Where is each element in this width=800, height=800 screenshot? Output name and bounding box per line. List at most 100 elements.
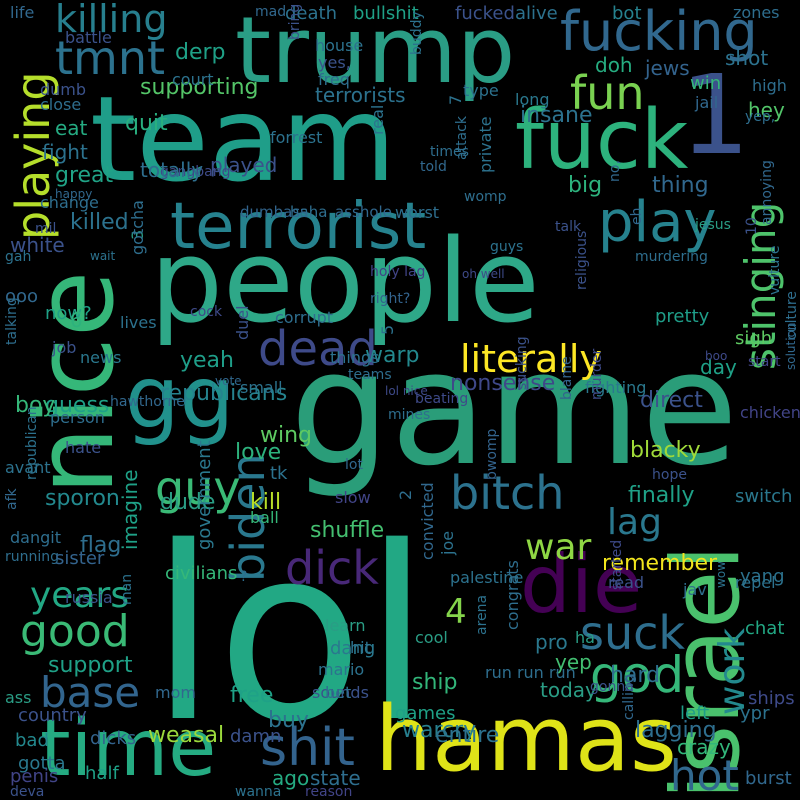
word: high — [752, 76, 787, 95]
word: left — [680, 703, 710, 724]
word: boo — [705, 349, 728, 363]
word: war — [525, 527, 592, 568]
word: work — [712, 627, 753, 715]
word: chat — [745, 618, 785, 639]
word: palestine — [450, 568, 524, 587]
word: real — [368, 104, 387, 135]
word: win — [690, 73, 722, 94]
word: direct — [640, 388, 703, 413]
word: vulture — [767, 245, 783, 295]
word: wow — [714, 561, 728, 588]
word: quit — [125, 111, 168, 136]
word: damn — [230, 726, 282, 747]
word: jail — [695, 93, 719, 112]
word: yep, — [745, 109, 776, 125]
word: cock — [190, 304, 223, 320]
word: chicken — [740, 403, 800, 422]
word: started — [609, 539, 625, 590]
word: ship — [412, 670, 458, 695]
word: blame — [559, 356, 575, 400]
word: suck — [580, 606, 686, 660]
word: doh — [595, 53, 633, 77]
word: news — [80, 348, 122, 367]
word: wing — [260, 423, 313, 448]
word: bet — [325, 683, 352, 702]
word: entire — [435, 723, 500, 748]
word: vote — [215, 374, 242, 388]
word: ha — [575, 628, 595, 647]
word: lives — [120, 313, 157, 332]
word: ball — [250, 508, 279, 527]
word: imagine — [118, 469, 142, 550]
word: yes, — [318, 53, 351, 72]
word: support — [48, 653, 133, 678]
word: attack — [454, 116, 470, 160]
word: shuffle — [310, 518, 385, 543]
word: fight — [42, 140, 88, 164]
word: type — [463, 81, 499, 100]
word: lag — [607, 502, 662, 543]
word: big — [568, 173, 603, 198]
word: eh — [629, 207, 645, 226]
word: right? — [370, 291, 411, 307]
word: mad — [255, 4, 287, 20]
word: things — [330, 348, 380, 367]
word: russia — [65, 588, 113, 607]
word: deva — [10, 784, 45, 800]
word: alive — [515, 3, 558, 24]
word: pretty — [655, 306, 710, 327]
word: run run run — [485, 663, 576, 682]
word: lot — [345, 457, 363, 473]
word: sucking — [514, 336, 530, 390]
word: hit — [350, 638, 371, 657]
word: good — [20, 606, 130, 657]
word: 5 — [378, 324, 397, 335]
word: womp — [464, 189, 507, 205]
word: civilians — [165, 563, 238, 584]
word: 10 — [744, 217, 760, 235]
word: now? — [45, 303, 92, 324]
word: killed — [70, 210, 129, 235]
word: sister — [55, 548, 105, 569]
word: reason — [305, 784, 353, 800]
word: sigh — [735, 328, 773, 349]
word: dicks — [90, 728, 137, 749]
word: asshole — [335, 203, 392, 221]
word: fucked — [455, 3, 515, 24]
word: white — [10, 233, 65, 257]
word: oh well — [462, 267, 505, 281]
word: running — [5, 549, 60, 565]
word: ass — [5, 688, 32, 707]
word: job — [52, 338, 77, 357]
word: corrupt — [275, 308, 334, 327]
word: derp — [175, 40, 226, 65]
word: murdering — [635, 249, 708, 265]
word: burst — [745, 768, 792, 789]
word: afk — [4, 488, 20, 510]
word: religious — [574, 230, 590, 290]
word: 2 — [396, 489, 415, 500]
word: wanna — [235, 784, 282, 800]
word: lol nice — [385, 384, 428, 398]
word: tk — [270, 463, 288, 484]
word: worst — [395, 203, 440, 222]
word: totally — [140, 158, 204, 182]
word: small — [240, 378, 283, 397]
word: dangit — [10, 528, 61, 547]
word: mario — [318, 660, 365, 679]
word: annoying — [759, 160, 775, 225]
word: guys — [490, 239, 524, 255]
word: hot — [670, 751, 739, 800]
word: games — [395, 703, 456, 724]
word: cool — [415, 628, 448, 647]
word: republican — [24, 406, 40, 480]
word: ships — [748, 688, 795, 709]
word: 6 — [70, 308, 83, 332]
word: country — [18, 705, 87, 726]
word: zones — [733, 3, 780, 22]
word: dick — [285, 541, 379, 595]
word: happy — [55, 187, 93, 201]
word: close — [40, 95, 82, 114]
word: told — [420, 159, 447, 175]
word: shot — [725, 46, 769, 70]
